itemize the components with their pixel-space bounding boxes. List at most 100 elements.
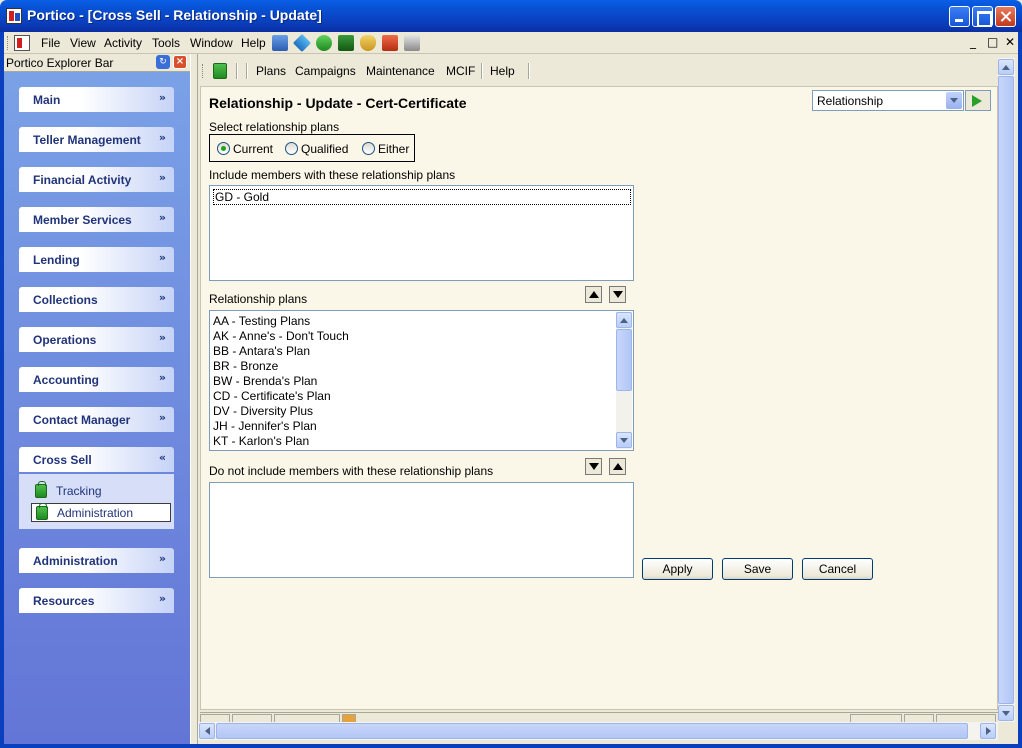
scroll-thumb[interactable] bbox=[616, 329, 632, 391]
scroll-thumb[interactable] bbox=[998, 76, 1014, 704]
content-horizontal-scrollbar[interactable] bbox=[198, 722, 998, 740]
toolbar-link-mcif[interactable]: MCIF bbox=[446, 64, 475, 78]
list-item[interactable]: AA - Testing Plans bbox=[213, 314, 310, 328]
toolbar-separator bbox=[528, 63, 530, 79]
print-icon[interactable] bbox=[404, 35, 420, 51]
explorer-close-button[interactable]: × bbox=[173, 55, 187, 69]
redo-icon[interactable] bbox=[382, 35, 398, 51]
menu-help[interactable]: Help bbox=[241, 36, 266, 50]
move-down-button[interactable] bbox=[585, 458, 602, 475]
task-item-administration[interactable]: Administration bbox=[31, 503, 171, 522]
apply-button[interactable]: Apply bbox=[642, 558, 713, 580]
exclude-plans-list[interactable] bbox=[209, 482, 634, 578]
window-frame-right bbox=[1018, 32, 1022, 748]
nav-group-financial-activity[interactable]: Financial Activity » bbox=[19, 167, 174, 192]
nav-group-main[interactable]: Main » bbox=[19, 87, 174, 112]
move-up-button[interactable] bbox=[609, 458, 626, 475]
chevron-down-icon: » bbox=[158, 331, 166, 344]
scroll-down-button[interactable] bbox=[998, 705, 1014, 721]
plan-type-radio-group: Current Qualified Either bbox=[209, 134, 415, 162]
menu-tools[interactable]: Tools bbox=[152, 36, 180, 50]
network-icon[interactable] bbox=[272, 35, 288, 51]
radio-qualified-label[interactable]: Qualified bbox=[301, 142, 348, 156]
toolbar-link-maintenance[interactable]: Maintenance bbox=[366, 64, 435, 78]
list-item[interactable]: BR - Bronze bbox=[213, 359, 278, 373]
scroll-right-button[interactable] bbox=[980, 723, 996, 739]
menu-view[interactable]: View bbox=[70, 36, 96, 50]
menu-activity[interactable]: Activity bbox=[104, 36, 142, 50]
nav-group-label: Lending bbox=[33, 253, 80, 267]
toolbar-link-campaigns[interactable]: Campaigns bbox=[295, 64, 356, 78]
cross-sell-icon[interactable] bbox=[213, 63, 227, 79]
toolbar-separator bbox=[236, 63, 238, 79]
list-item[interactable]: DV - Diversity Plus bbox=[213, 404, 313, 418]
list-item[interactable]: AK - Anne's - Don't Touch bbox=[213, 329, 349, 343]
radio-current[interactable] bbox=[217, 142, 230, 155]
close-button[interactable] bbox=[995, 6, 1016, 27]
toolbar-link-help[interactable]: Help bbox=[490, 64, 515, 78]
scroll-thumb[interactable] bbox=[216, 723, 968, 739]
move-up-button[interactable] bbox=[585, 286, 602, 303]
move-down-button[interactable] bbox=[609, 286, 626, 303]
maximize-button[interactable] bbox=[972, 6, 993, 27]
window-title: Portico - [Cross Sell - Relationship - U… bbox=[27, 7, 322, 23]
menu-window[interactable]: Window bbox=[190, 36, 233, 50]
toolbar-link-plans[interactable]: Plans bbox=[256, 64, 286, 78]
go-arrow-button[interactable] bbox=[965, 90, 991, 111]
task-item-tracking[interactable]: Tracking bbox=[31, 481, 171, 501]
plans-scrollbar[interactable] bbox=[616, 312, 632, 449]
list-item[interactable]: BW - Brenda's Plan bbox=[213, 374, 317, 388]
toolbar-separator bbox=[481, 63, 483, 79]
toolbar-grip[interactable] bbox=[202, 64, 205, 78]
nav-group-accounting[interactable]: Accounting » bbox=[19, 367, 174, 392]
scroll-up-button[interactable] bbox=[998, 59, 1014, 75]
nav-group-administration[interactable]: Administration » bbox=[19, 548, 174, 573]
mdi-restore-button[interactable]: □ bbox=[987, 35, 998, 49]
list-item[interactable]: JH - Jennifer's Plan bbox=[213, 419, 317, 433]
save-button[interactable]: Save bbox=[722, 558, 793, 580]
scroll-down-button[interactable] bbox=[616, 432, 632, 448]
minimize-button[interactable] bbox=[949, 6, 970, 27]
menu-grip[interactable] bbox=[7, 36, 10, 50]
list-item[interactable]: BB - Antara's Plan bbox=[213, 344, 310, 358]
download-icon[interactable] bbox=[338, 35, 354, 51]
chevron-down-icon: » bbox=[158, 552, 166, 565]
radio-either-label[interactable]: Either bbox=[378, 142, 409, 156]
status-bar bbox=[200, 712, 998, 723]
mdi-minimize-button[interactable]: _ bbox=[970, 35, 976, 49]
portico-app-icon[interactable] bbox=[6, 8, 22, 24]
title-bar[interactable]: Portico - [Cross Sell - Relationship - U… bbox=[0, 0, 1022, 32]
list-item[interactable]: KT - Karlon's Plan bbox=[213, 434, 309, 448]
radio-either[interactable] bbox=[362, 142, 375, 155]
card-icon[interactable] bbox=[292, 33, 312, 53]
view-select[interactable]: Relationship bbox=[812, 90, 964, 111]
nav-group-operations[interactable]: Operations » bbox=[19, 327, 174, 352]
relationship-plans-list[interactable]: AA - Testing Plans AK - Anne's - Don't T… bbox=[209, 310, 634, 451]
mdi-close-button[interactable]: ✕ bbox=[1005, 35, 1015, 49]
chevron-down-icon[interactable] bbox=[946, 92, 962, 109]
nav-group-teller-management[interactable]: Teller Management » bbox=[19, 127, 174, 152]
explorer-splitter[interactable] bbox=[190, 54, 198, 744]
radio-current-label[interactable]: Current bbox=[233, 142, 273, 156]
bag-icon[interactable] bbox=[360, 35, 376, 51]
radio-qualified[interactable] bbox=[285, 142, 298, 155]
include-plans-list[interactable]: GD - Gold bbox=[209, 185, 634, 281]
money-icon[interactable] bbox=[316, 35, 332, 51]
refresh-icon[interactable]: ↻ bbox=[156, 55, 170, 69]
nav-group-member-services[interactable]: Member Services » bbox=[19, 207, 174, 232]
nav-group-lending[interactable]: Lending » bbox=[19, 247, 174, 272]
list-item[interactable]: GD - Gold bbox=[213, 189, 631, 205]
scroll-left-button[interactable] bbox=[199, 723, 215, 739]
mdi-app-icon[interactable] bbox=[14, 35, 30, 51]
menu-file[interactable]: File bbox=[41, 36, 60, 50]
nav-group-label: Accounting bbox=[33, 373, 99, 387]
cancel-button[interactable]: Cancel bbox=[802, 558, 873, 580]
nav-group-collections[interactable]: Collections » bbox=[19, 287, 174, 312]
chevron-up-icon: « bbox=[158, 451, 166, 464]
nav-group-cross-sell[interactable]: Cross Sell « bbox=[19, 447, 174, 472]
content-vertical-scrollbar[interactable] bbox=[998, 58, 1015, 722]
nav-group-contact-manager[interactable]: Contact Manager » bbox=[19, 407, 174, 432]
list-item[interactable]: CD - Certificate's Plan bbox=[213, 389, 331, 403]
scroll-up-button[interactable] bbox=[616, 312, 632, 328]
nav-group-resources[interactable]: Resources » bbox=[19, 588, 174, 613]
